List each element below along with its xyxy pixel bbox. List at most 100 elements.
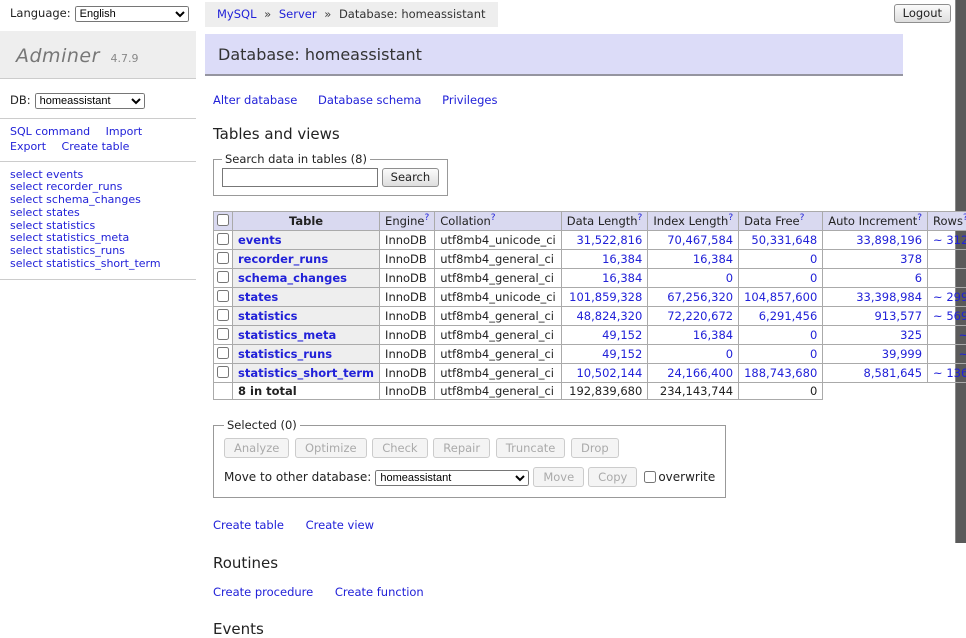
- engine-cell: InnoDB: [380, 231, 435, 250]
- db-label: DB:: [10, 93, 31, 107]
- create-view-link[interactable]: Create view: [306, 518, 374, 532]
- table-link-statistics[interactable]: statistics: [238, 309, 298, 323]
- db-select[interactable]: homeassistant: [35, 93, 145, 109]
- data-length-cell: 49,152: [561, 345, 648, 364]
- total-cell: 8 in total: [233, 383, 380, 400]
- row-checkbox[interactable]: [217, 347, 229, 359]
- help-link[interactable]: ?: [917, 213, 922, 223]
- auto-increment-cell: 6: [823, 269, 928, 288]
- truncate-button[interactable]: Truncate: [496, 438, 566, 458]
- header-cell: [214, 212, 233, 231]
- sidebar-select-schema-changes-link[interactable]: select schema_changes: [10, 193, 141, 206]
- column-label: Data Free: [744, 214, 800, 228]
- alter-database-link[interactable]: Alter database: [213, 93, 297, 107]
- collation-cell: utf8mb4_unicode_ci: [435, 231, 562, 250]
- table-link-statistics-meta[interactable]: statistics_meta: [238, 328, 336, 342]
- sidebar-import-link[interactable]: Import: [106, 125, 143, 138]
- breadcrumb-server-link[interactable]: Server: [279, 7, 317, 21]
- data-length-cell: 192,839,680: [561, 383, 648, 400]
- column-header-rows: Rows?: [928, 212, 966, 231]
- auto-increment-cell: 325: [823, 326, 928, 345]
- create-function-link[interactable]: Create function: [335, 585, 424, 599]
- table-row: statistics_runs InnoDB utf8mb4_general_c…: [214, 345, 966, 364]
- check-button[interactable]: Check: [372, 438, 427, 458]
- table-row: schema_changes InnoDB utf8mb4_general_ci…: [214, 269, 966, 288]
- overwrite-checkbox[interactable]: [644, 471, 656, 483]
- column-header-collation: Collation?: [435, 212, 562, 231]
- sidebar-select-statistics-meta-link[interactable]: select statistics_meta: [10, 231, 129, 244]
- help-link[interactable]: ?: [638, 213, 643, 223]
- collation-cell: utf8mb4_unicode_ci: [435, 288, 562, 307]
- sidebar-select-recorder-runs-link[interactable]: select recorder_runs: [10, 180, 122, 193]
- sidebar-select-statistics-link[interactable]: select statistics: [10, 219, 95, 232]
- row-checkbox[interactable]: [217, 366, 229, 378]
- engine-cell: InnoDB: [380, 364, 435, 383]
- row-checkbox[interactable]: [217, 328, 229, 340]
- engine-cell: InnoDB: [380, 383, 435, 400]
- table-link-states[interactable]: states: [238, 290, 278, 304]
- routines-heading: Routines: [213, 554, 956, 572]
- breadcrumb-mysql-link[interactable]: MySQL: [217, 7, 257, 21]
- index-length-cell: 16,384: [648, 326, 739, 345]
- page-title: Database: homeassistant: [205, 34, 903, 76]
- help-link[interactable]: ?: [800, 213, 805, 223]
- optimize-button[interactable]: Optimize: [295, 438, 367, 458]
- sidebar-table-list: select events select recorder_runs selec…: [0, 169, 196, 271]
- drop-button[interactable]: Drop: [571, 438, 619, 458]
- auto-increment-cell: 378: [823, 250, 928, 269]
- data-length-cell: 16,384: [561, 250, 648, 269]
- data-length-cell: 101,859,328: [561, 288, 648, 307]
- row-checkbox[interactable]: [217, 233, 229, 245]
- analyze-button[interactable]: Analyze: [224, 438, 289, 458]
- create-procedure-link[interactable]: Create procedure: [213, 585, 313, 599]
- engine-cell: InnoDB: [380, 269, 435, 288]
- events-heading: Events: [213, 620, 956, 638]
- table-link-events[interactable]: events: [238, 233, 282, 247]
- sidebar-export-link[interactable]: Export: [10, 140, 46, 153]
- sidebar-select-statistics-runs-link[interactable]: select statistics_runs: [10, 244, 125, 257]
- move-button[interactable]: Move: [533, 467, 584, 487]
- move-database-select[interactable]: homeassistant: [375, 470, 529, 486]
- table-link-schema-changes[interactable]: schema_changes: [238, 271, 347, 285]
- column-label: Collation: [440, 214, 491, 228]
- breadcrumb-separator: »: [324, 7, 331, 21]
- column-header-data-length: Data Length?: [561, 212, 648, 231]
- select-all-checkbox[interactable]: [217, 214, 229, 226]
- column-header-data-free: Data Free?: [739, 212, 823, 231]
- move-to-database-label: Move to other database:: [224, 470, 371, 484]
- collation-cell: utf8mb4_general_ci: [435, 326, 562, 345]
- search-input[interactable]: [222, 168, 378, 187]
- sidebar-create-table-link[interactable]: Create table: [62, 140, 130, 153]
- table-header-row: Table Engine? Collation? Data Length? In…: [214, 212, 966, 231]
- table-link-statistics-runs[interactable]: statistics_runs: [238, 347, 332, 361]
- row-checkbox[interactable]: [217, 271, 229, 283]
- repair-button[interactable]: Repair: [433, 438, 490, 458]
- row-checkbox[interactable]: [217, 290, 229, 302]
- sidebar-select-states-link[interactable]: select states: [10, 206, 80, 219]
- sidebar-divider: [0, 118, 196, 119]
- index-length-cell: 67,256,320: [648, 288, 739, 307]
- help-link[interactable]: ?: [491, 213, 496, 223]
- sidebar-select-statistics-short-term-link[interactable]: select statistics_short_term: [10, 257, 161, 270]
- copy-button[interactable]: Copy: [588, 467, 637, 487]
- privileges-link[interactable]: Privileges: [442, 93, 497, 107]
- create-table-link[interactable]: Create table: [213, 518, 284, 532]
- sidebar-select-events-link[interactable]: select events: [10, 168, 83, 181]
- engine-cell: InnoDB: [380, 307, 435, 326]
- engine-cell: InnoDB: [380, 326, 435, 345]
- list-item: select statistics_short_term: [10, 258, 196, 271]
- row-checkbox[interactable]: [217, 252, 229, 264]
- help-link[interactable]: ?: [424, 213, 429, 223]
- data-length-cell: 10,502,144: [561, 364, 648, 383]
- row-checkbox[interactable]: [217, 309, 229, 321]
- column-label: Data Length: [567, 214, 638, 228]
- help-link[interactable]: ?: [728, 213, 733, 223]
- sidebar-sql-command-link[interactable]: SQL command: [10, 125, 90, 138]
- database-schema-link[interactable]: Database schema: [318, 93, 421, 107]
- language-select[interactable]: English: [75, 6, 189, 22]
- row-checkbox-cell: [214, 231, 233, 250]
- logout-button[interactable]: Logout: [894, 4, 951, 23]
- search-button[interactable]: Search: [382, 168, 440, 187]
- table-link-recorder-runs[interactable]: recorder_runs: [238, 252, 328, 266]
- table-link-statistics-short-term[interactable]: statistics_short_term: [238, 366, 374, 380]
